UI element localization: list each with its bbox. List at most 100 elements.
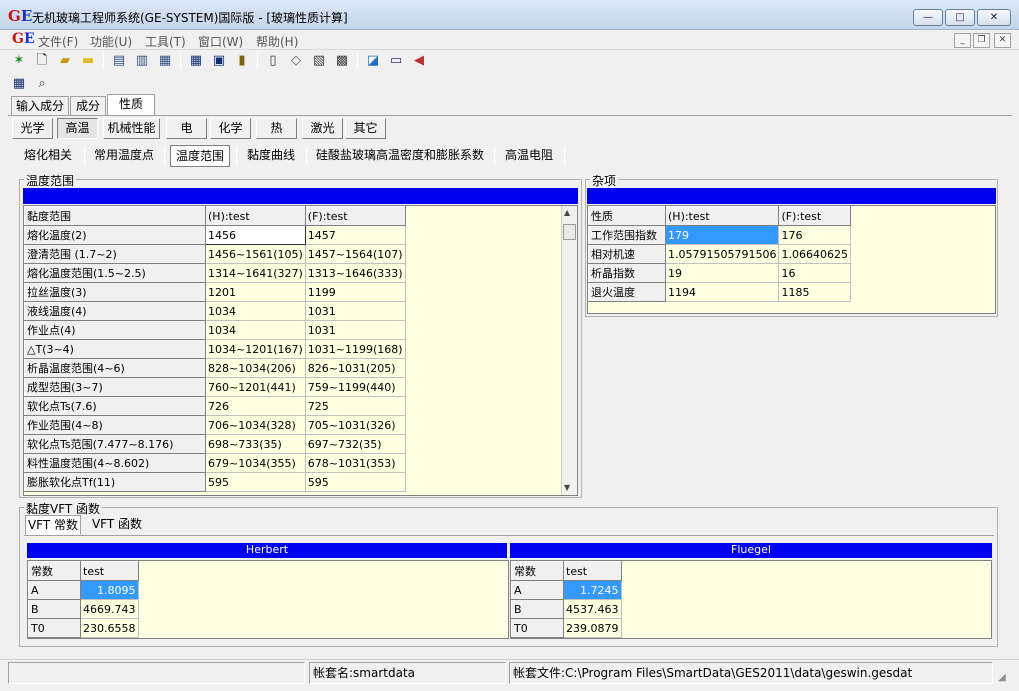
table-icon[interactable]: ▦ <box>187 52 205 69</box>
table-row[interactable]: 成型范围(3~7) 760~1201(441) 759~1199(440) <box>24 377 406 397</box>
fluegel-col-test[interactable]: test <box>563 561 622 581</box>
tab-laser[interactable]: 激光 <box>302 118 343 139</box>
table-row[interactable]: 液线温度(4) 1034 1031 <box>24 301 406 321</box>
cell-h[interactable]: 1194 <box>665 282 780 302</box>
cell-h[interactable]: 179 <box>665 225 780 245</box>
cell-h[interactable]: 1034~1201(167) <box>205 339 306 359</box>
mdi-close-button[interactable]: ✕ <box>994 33 1011 48</box>
cell-h[interactable]: 679~1034(355) <box>205 453 306 473</box>
cell-h[interactable]: 828~1034(206) <box>205 358 306 378</box>
cell-f[interactable]: 595 <box>305 472 406 492</box>
cell-h[interactable]: 726 <box>205 396 306 416</box>
table-row[interactable]: 料性温度范围(4~8.602) 679~1034(355) 678~1031(353… <box>24 453 406 473</box>
table-row[interactable]: 软化点Ts范围(7.477~8.176) 698~733(35) 697~732(3… <box>24 434 406 454</box>
cell-f[interactable]: 697~732(35) <box>305 434 406 454</box>
table-row[interactable]: 工作范围指数 179 176 <box>588 225 851 245</box>
scroll-down-icon[interactable]: ▼ <box>564 483 570 492</box>
cell-h[interactable]: 1456 <box>205 225 306 245</box>
tab-mechanical[interactable]: 机械性能 <box>103 118 160 139</box>
cell-f[interactable]: 1.06640625 <box>778 244 851 264</box>
subtab-temp-range[interactable]: 温度范围 <box>170 145 230 167</box>
cell-f[interactable]: 725 <box>305 396 406 416</box>
table-row[interactable]: A 1.7245 <box>511 580 622 600</box>
keyboard-icon[interactable]: ▭ <box>387 52 405 69</box>
cell-f[interactable]: 678~1031(353) <box>305 453 406 473</box>
table-row[interactable]: B 4537.463 <box>511 599 622 619</box>
mdi-restore-button[interactable]: ❐ <box>973 33 990 48</box>
menu-window[interactable]: 窗口(W) <box>198 33 243 50</box>
cell-f[interactable]: 705~1031(326) <box>305 415 406 435</box>
cell-h[interactable]: 1314~1641(327) <box>205 263 306 283</box>
cell-value[interactable]: 4669.743 <box>80 599 139 619</box>
tab-vft-function[interactable]: VFT 函数 <box>84 515 150 535</box>
cell-h[interactable]: 1034 <box>205 320 306 340</box>
cell-f[interactable]: 1031 <box>305 320 406 340</box>
cell-f[interactable]: 176 <box>778 225 851 245</box>
scroll-up-icon[interactable]: ▲ <box>564 208 570 217</box>
cell-value[interactable]: 239.0879 <box>563 618 622 638</box>
cell-h[interactable]: 19 <box>665 263 780 283</box>
cell-h[interactable]: 595 <box>205 472 306 492</box>
minimize-button[interactable]: — <box>913 9 943 26</box>
tab-composition[interactable]: 成分 <box>70 96 106 116</box>
document-search-icon[interactable]: ▤ <box>110 52 128 69</box>
cell-h[interactable]: 1.05791505791506 <box>665 244 780 264</box>
table-row[interactable]: 作业点(4) 1034 1031 <box>24 320 406 340</box>
cell-f[interactable]: 1457~1564(107) <box>305 244 406 264</box>
cell-f[interactable]: 16 <box>778 263 851 283</box>
table-row[interactable]: 作业范围(4~8) 706~1034(328) 705~1031(326) <box>24 415 406 435</box>
table-row[interactable]: B 4669.743 <box>28 599 139 619</box>
col-header-f-test[interactable]: (F):test <box>304 206 406 226</box>
form-icon[interactable]: ▣ <box>210 52 228 69</box>
resize-grip-icon[interactable]: ◢ <box>998 672 1006 683</box>
tab-other[interactable]: 其它 <box>345 118 386 139</box>
subtab-common-temps[interactable]: 常用温度点 <box>90 145 158 167</box>
cell-h[interactable]: 706~1034(328) <box>205 415 306 435</box>
cell-f[interactable]: 1457 <box>305 225 406 245</box>
table-row[interactable]: 拉丝温度(3) 1201 1199 <box>24 282 406 302</box>
vertical-scrollbar[interactable]: ▲ ▼ <box>561 206 577 495</box>
print-preview-icon[interactable]: ⌕ <box>33 75 51 92</box>
cell-f[interactable]: 826~1031(205) <box>305 358 406 378</box>
table-row[interactable]: T0 230.6558 <box>28 618 139 638</box>
eraser-icon[interactable]: ◇ <box>287 52 305 69</box>
tab-optics[interactable]: 光学 <box>12 118 53 139</box>
herbert-col-constant[interactable]: 常数 <box>28 561 81 581</box>
database-icon[interactable]: ▮ <box>233 52 251 69</box>
speaker-icon[interactable]: ◀ <box>410 52 428 69</box>
table-row[interactable]: 析晶指数 19 16 <box>588 263 851 283</box>
subtab-viscosity-curve[interactable]: 黏度曲线 <box>242 145 300 167</box>
tab-properties[interactable]: 性质 <box>107 94 155 116</box>
subtab-melting[interactable]: 熔化相关 <box>20 145 76 167</box>
tab-chemical[interactable]: 化学 <box>210 118 251 139</box>
table-row[interactable]: A 1.8095 <box>28 580 139 600</box>
cell-value[interactable]: 230.6558 <box>80 618 139 638</box>
menu-file[interactable]: 文件(F) <box>38 33 78 50</box>
cell-h[interactable]: 1201 <box>205 282 306 302</box>
tab-input-composition[interactable]: 输入成分 <box>11 96 69 116</box>
new-file-icon[interactable]: 🗋 <box>33 52 51 69</box>
maximize-button[interactable]: □ <box>945 9 975 26</box>
table-row[interactable]: 软化点Ts(7.6) 726 725 <box>24 396 406 416</box>
calculator-icon[interactable]: ▯ <box>264 52 282 69</box>
close-button[interactable]: ✕ <box>977 9 1011 26</box>
subtab-density-expansion[interactable]: 硅酸盐玻璃高温密度和膨胀系数 <box>312 145 488 167</box>
document-copy-icon[interactable]: ▥ <box>133 52 151 69</box>
table-row[interactable]: 熔化温度范围(1.5~2.5) 1314~1641(327) 1313~1646(3… <box>24 263 406 283</box>
table-row[interactable]: △T(3~4) 1034~1201(167) 1031~1199(168) <box>24 339 406 359</box>
tab-high-temp[interactable]: 高温 <box>57 118 98 139</box>
grid-icon[interactable]: ▦ <box>10 75 28 92</box>
table-row[interactable]: 退火温度 1194 1185 <box>588 282 851 302</box>
col-header-viscosity[interactable]: 黏度范围 <box>24 206 206 226</box>
cell-f[interactable]: 1199 <box>305 282 406 302</box>
herbert-col-test[interactable]: test <box>80 561 139 581</box>
tab-electrical[interactable]: 电 <box>166 118 207 139</box>
edit-sheet-icon[interactable]: ▧ <box>310 52 328 69</box>
scroll-thumb[interactable] <box>563 224 576 240</box>
cell-h[interactable]: 760~1201(441) <box>205 377 306 397</box>
subtab-high-temp-resistance[interactable]: 高温电阻 <box>500 145 558 167</box>
col-header-f-test[interactable]: (F):test <box>778 206 851 226</box>
cell-f[interactable]: 1031~1199(168) <box>305 339 406 359</box>
table-row[interactable]: 熔化温度(2) 1456 1457 <box>24 225 406 245</box>
cell-f[interactable]: 1313~1646(333) <box>305 263 406 283</box>
